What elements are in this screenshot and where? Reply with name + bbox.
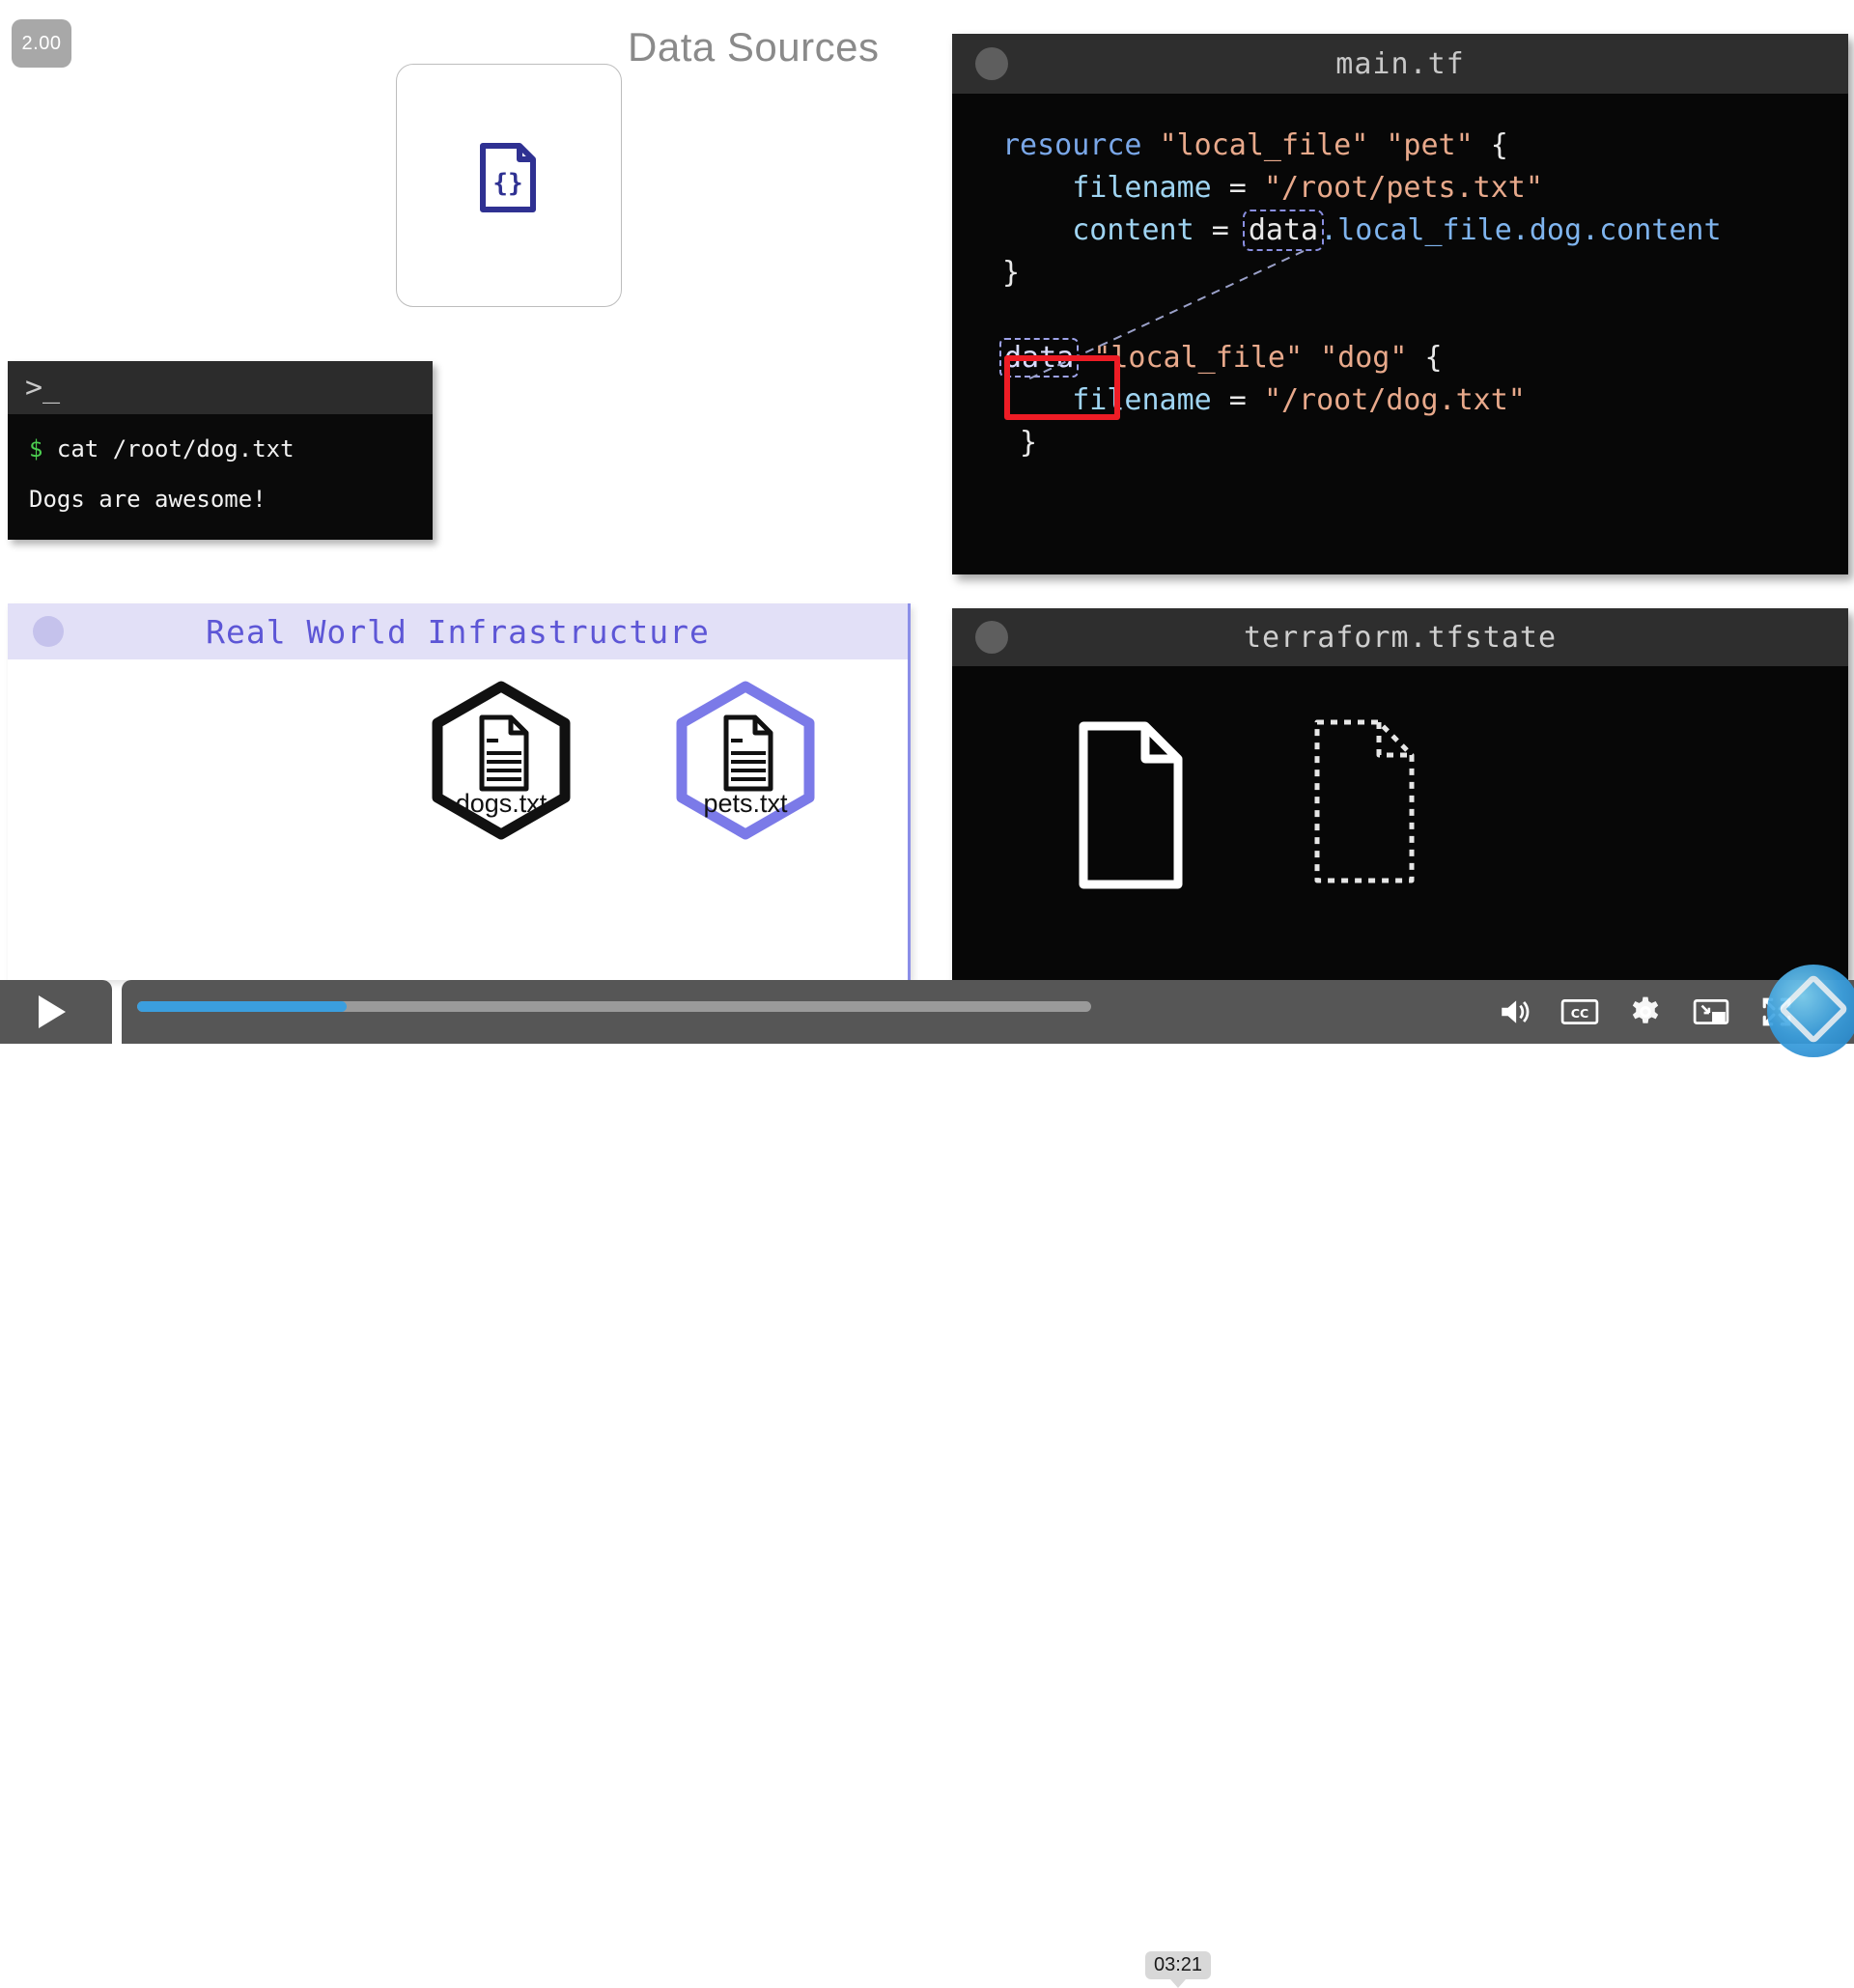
logo-inner-shape (1778, 973, 1849, 1045)
node-pets-txt[interactable]: pets.txt (673, 681, 818, 840)
data-sources-title: Data Sources (628, 24, 880, 70)
code-token: = (1211, 171, 1264, 205)
tfstate-documents (1079, 719, 1415, 889)
code-token: data (1242, 210, 1325, 251)
tfstate-window: terraform.tfstate (952, 608, 1848, 980)
code-line: } (1002, 422, 1848, 464)
video-player-controls: CC 03:21 (0, 965, 1854, 1979)
playback-speed-badge[interactable]: 2.00 (12, 19, 71, 68)
code-token: "/root/pets.txt" (1263, 171, 1543, 205)
window-dot-icon (33, 616, 64, 647)
svg-text:{}: {} (492, 169, 522, 198)
code-token: } (1002, 426, 1038, 460)
code-token: = (1194, 213, 1247, 247)
code-line: resource "local_file" "pet" { (1002, 125, 1848, 167)
terminal-output: $ cat /root/dog.txt Dogs are awesome! (8, 414, 433, 524)
code-token: filename (1072, 171, 1212, 205)
player-bar: CC (122, 965, 1854, 1057)
infrastructure-title: Real World Infrastructure (206, 612, 710, 651)
code-token: filename (1072, 383, 1212, 417)
infrastructure-titlebar: Real World Infrastructure (8, 603, 908, 659)
code-token: data (998, 338, 1080, 378)
node-label: pets.txt (703, 789, 788, 818)
code-token: { (1407, 341, 1443, 375)
svg-text:CC: CC (1571, 1006, 1589, 1021)
settings-gear-icon[interactable] (1626, 993, 1665, 1031)
terminal-command: cat /root/dog.txt (42, 435, 295, 462)
code-line: filename = "/root/dog.txt" (1002, 379, 1848, 422)
code-line: } (1002, 252, 1848, 294)
progress-scrubber[interactable] (137, 1001, 1091, 1012)
code-line: data "local_file" "dog" { (998, 337, 1848, 379)
json-file-icon: {} (478, 143, 538, 212)
tfstate-title: terraform.tfstate (1243, 620, 1558, 655)
code-token: resource (1002, 128, 1160, 162)
tfstate-titlebar: terraform.tfstate (952, 608, 1848, 666)
play-icon (39, 995, 66, 1028)
code-token: "local_file" "pet" (1159, 128, 1474, 162)
main-tf-code: resource "local_file" "pet" { filename =… (952, 94, 1848, 464)
captions-icon[interactable]: CC (1560, 993, 1599, 1031)
code-token: content (1072, 213, 1194, 247)
terminal-titlebar: >_ (8, 361, 433, 414)
volume-icon[interactable] (1495, 993, 1533, 1031)
main-tf-title: main.tf (1335, 46, 1465, 81)
progress-fill (137, 1001, 348, 1012)
miniplayer-icon[interactable] (1692, 993, 1730, 1031)
window-dot-icon (975, 621, 1008, 654)
code-line: content = data.local_file.dog.content (1002, 210, 1848, 252)
window-dot-icon (975, 47, 1008, 80)
code-token: "local_file" "dog" (1076, 341, 1408, 375)
slide-canvas: 2.00 Data Sources {} >_ $ cat /root/dog.… (0, 0, 1854, 1979)
terminal-result: Dogs are awesome! (29, 486, 267, 513)
terminal-window: >_ $ cat /root/dog.txt Dogs are awesome! (8, 361, 433, 540)
shell-prompt-symbol: $ (29, 435, 43, 462)
code-token: } (1002, 256, 1021, 290)
main-tf-titlebar: main.tf (952, 34, 1848, 94)
play-button[interactable] (0, 980, 112, 1044)
player-control-row: CC (1495, 980, 1796, 1044)
terminal-prompt-icon: >_ (25, 371, 61, 405)
code-token: "/root/dog.txt" (1263, 383, 1526, 417)
terminal-line: Dogs are awesome! (29, 474, 433, 524)
code-token: .local_file.dog.content (1320, 213, 1722, 247)
node-label: dogs.txt (455, 789, 548, 818)
code-token: = (1211, 383, 1264, 417)
playback-speed-value: 2.00 (21, 32, 62, 54)
node-dogs-txt[interactable]: dogs.txt (429, 681, 574, 840)
timestamp-tooltip: 03:21 (1145, 1951, 1212, 1979)
code-token: { (1473, 128, 1508, 162)
main-tf-window: main.tf resource "local_file" "pet" { fi… (952, 34, 1848, 574)
code-line: filename = "/root/pets.txt" (1002, 167, 1848, 210)
terminal-line: $ cat /root/dog.txt (29, 424, 433, 474)
